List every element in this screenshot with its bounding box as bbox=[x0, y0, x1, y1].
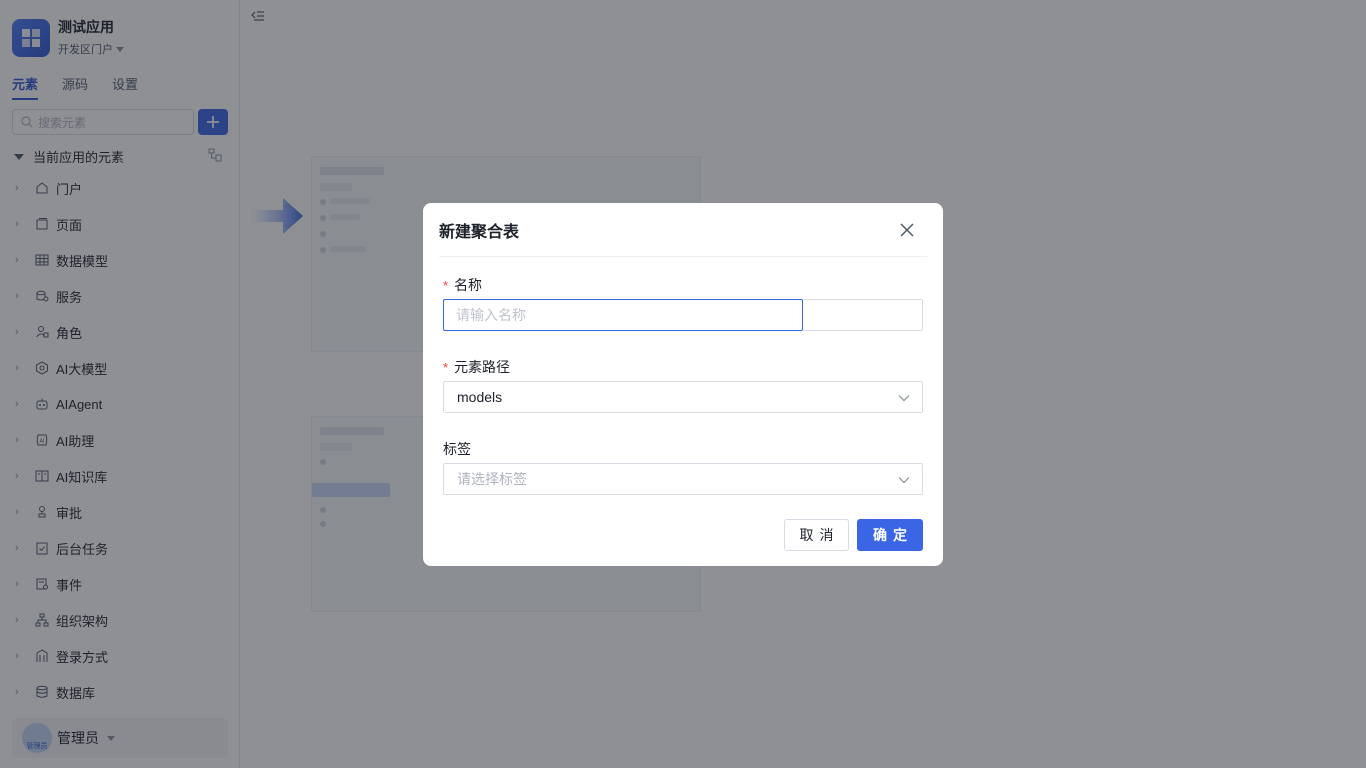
name-label-text: 名称 bbox=[454, 277, 483, 293]
required-mark: * bbox=[443, 359, 449, 375]
name-suffix-field[interactable] bbox=[803, 299, 923, 331]
path-select-value: models bbox=[457, 389, 503, 405]
chevron-down-icon bbox=[898, 389, 910, 405]
element-path-select[interactable]: models bbox=[443, 381, 923, 413]
required-mark: * bbox=[443, 277, 449, 293]
chevron-down-icon bbox=[898, 471, 910, 487]
create-aggregate-table-dialog: 新建聚合表 * 名称 请输入名称 * 元素路径 models 标签 请选择标签 … bbox=[423, 203, 943, 566]
tag-select-placeholder: 请选择标签 bbox=[457, 471, 527, 487]
path-label-text: 元素路径 bbox=[454, 359, 511, 375]
tag-label-text: 标签 bbox=[443, 441, 471, 457]
name-placeholder: 请输入名称 bbox=[456, 307, 526, 323]
cancel-button[interactable]: 取消 bbox=[784, 519, 849, 551]
tag-select[interactable]: 请选择标签 bbox=[443, 463, 923, 495]
dialog-title: 新建聚合表 bbox=[439, 223, 520, 241]
dialog-header: 新建聚合表 bbox=[439, 203, 927, 257]
tag-field-label: 标签 bbox=[443, 439, 471, 459]
name-field-label: * 名称 bbox=[443, 275, 482, 295]
name-input[interactable]: 请输入名称 bbox=[443, 299, 803, 331]
close-icon[interactable] bbox=[899, 222, 915, 238]
path-field-label: * 元素路径 bbox=[443, 357, 510, 377]
confirm-button[interactable]: 确定 bbox=[857, 519, 923, 551]
